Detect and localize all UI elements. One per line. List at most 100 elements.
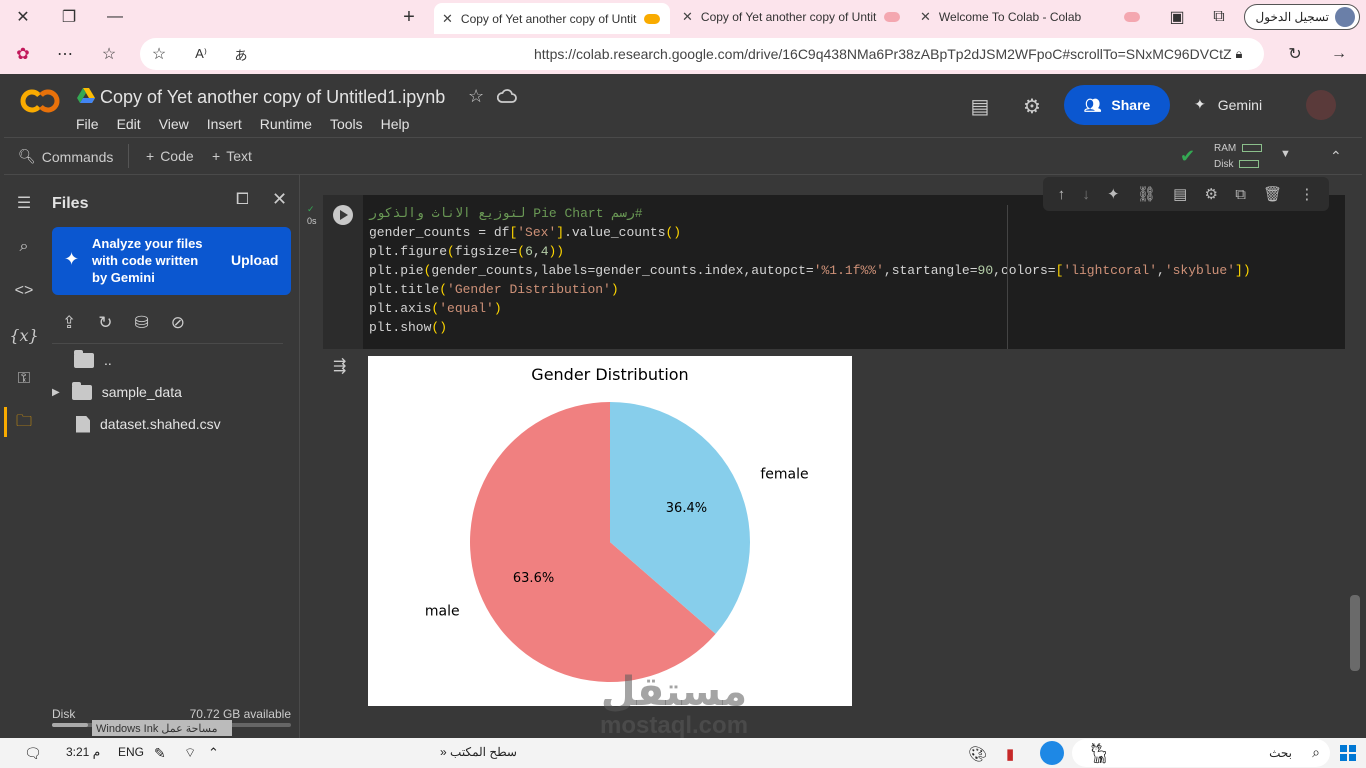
menu-view[interactable]: View [159,116,189,132]
settings-icon[interactable]: ⚙ [1020,94,1044,118]
runtime-dropdown-icon[interactable]: ▼ [1280,148,1291,160]
move-up-icon[interactable]: ↑ [1058,186,1066,203]
colab-header: Copy of Yet another copy of Untitled1.ip… [4,74,1362,138]
star-icon[interactable]: ☆ [468,86,484,107]
chart-title: Gender Distribution [531,365,688,384]
notebook-title[interactable]: Copy of Yet another copy of Untitled1.ip… [100,87,445,108]
avatar[interactable] [1306,90,1336,120]
desktop-toolbar[interactable]: » سطح المكتب [440,745,517,759]
google-drive-icon[interactable] [77,88,95,104]
link-icon[interactable]: ⛓ [1137,185,1156,203]
browser-tab-2[interactable]: ✕ Copy of Yet another copy of Untit [674,3,910,31]
refresh-icon[interactable]: ↻ [98,313,112,333]
hide-files-icon[interactable]: ⊘ [171,313,185,333]
menu-tools[interactable]: Tools [330,116,363,132]
tab-title: Copy of Yet another copy of Untit [700,10,877,24]
add-favorite-icon[interactable]: ☆ [146,42,172,66]
disk-label: Disk [52,707,76,721]
notifications-icon[interactable]: 🗨︎ [24,745,42,762]
settings-icon[interactable]: ⚙ [1205,185,1218,203]
table-of-contents-icon[interactable]: ☰ [12,191,36,215]
code-line-7: plt.show() [369,320,448,335]
comments-icon[interactable]: ▤ [968,94,992,118]
mount-drive-icon[interactable]: ⛁ [135,313,149,333]
close-panel-icon[interactable]: ✕ [272,189,287,210]
run-cell-button[interactable] [333,205,353,225]
move-down-icon[interactable]: ↓ [1082,186,1090,203]
commands-button[interactable]: 🔍︎ Commands [18,148,113,165]
favorites-icon[interactable]: ☆ [96,42,122,66]
new-tab-icon[interactable]: + [386,0,432,34]
notebook-toolbar: 🔍︎ Commands + Code + Text ✔ RAM Disk ▼ ⌃ [4,138,1362,175]
gemini-analyze-card[interactable]: ✦ Analyze your files with code written b… [52,227,291,295]
gemini-spark-icon[interactable]: ✦ [1107,185,1120,203]
translate-icon[interactable]: あ [228,42,254,66]
menu-runtime[interactable]: Runtime [260,116,312,132]
comment-icon[interactable]: ▤ [1173,185,1187,203]
close-tab-icon[interactable]: ✕ [442,11,453,27]
secrets-key-icon[interactable]: ⚿ [12,367,36,391]
clock[interactable]: 3:21 م [66,745,100,759]
wifi-icon[interactable]: ⌔ [184,745,196,761]
refresh-icon[interactable]: ↻ [1282,42,1308,66]
windows-start-icon[interactable] [1340,745,1356,761]
restore-window-icon[interactable]: ❐ [46,0,92,34]
upload-file-icon[interactable]: ⇪ [62,313,76,333]
output-actions-icon[interactable]: ⇶ [333,356,346,376]
cloud-save-icon[interactable] [497,88,517,104]
code-snippets-icon[interactable]: <> [12,279,36,303]
menu-help[interactable]: Help [381,116,410,132]
upload-button[interactable]: Upload [231,252,278,268]
expand-arrow-icon[interactable]: ▶ [52,387,60,398]
delete-icon[interactable]: 🗑︎ [1263,185,1282,203]
taskbar-search[interactable]: 🦌︎ بحث ⌕ [1072,739,1330,767]
list-item[interactable]: ▶ sample_data [52,378,182,406]
more-options-icon[interactable]: ⋯ [52,42,78,66]
list-item[interactable]: dataset.shahed.csv [76,410,221,438]
more-vert-icon[interactable]: ⋮ [1299,185,1314,203]
menu-insert[interactable]: Insert [207,116,242,132]
close-tab-icon[interactable]: ✕ [682,9,693,25]
code-line-5: plt.title('Gender Distribution') [369,282,619,297]
close-tab-icon[interactable]: ✕ [920,9,931,25]
close-window-icon[interactable]: ✕ [0,0,46,34]
minimize-window-icon[interactable]: — [92,0,138,34]
taskbar: 🗨︎ 3:21 م ENG ✎ ⌔ ⌃ » سطح المكتب 🎨︎ ▮ 🦌︎… [0,738,1366,768]
files-folder-icon[interactable]: 🗀 [12,411,36,435]
edge-browser-icon[interactable] [1040,741,1064,765]
pen-icon[interactable]: ✎ [154,745,166,762]
add-code-button[interactable]: + Code [146,148,194,164]
scrollbar[interactable] [1350,595,1360,671]
menu-file[interactable]: File [76,116,99,132]
language-indicator[interactable]: ENG [118,745,144,759]
read-aloud-icon[interactable]: A⁾ [188,42,214,66]
pie-category-label: female [760,467,808,483]
resource-monitor[interactable]: RAM Disk [1214,141,1263,173]
tab-title: Welcome To Colab - Colab [938,10,1082,24]
list-item[interactable]: .. [74,346,112,374]
url-field[interactable]: ☆ A⁾ あ https://colab.research.google.com… [140,38,1264,70]
add-text-button[interactable]: + Text [212,148,252,164]
collapse-header-icon[interactable]: ⌃ [1330,148,1342,165]
paint-app-icon[interactable]: 🎨︎ [968,745,987,763]
share-button[interactable]: 👥︎ Share [1064,85,1170,125]
tab-actions-icon[interactable]: ▣ [1154,0,1200,34]
copilot-icon[interactable]: ✿ [10,42,36,66]
browser-tab-3[interactable]: ✕ Welcome To Colab - Colab [912,3,1148,31]
app-icon[interactable]: ▮ [1006,745,1014,763]
open-in-tab-icon[interactable]: ⧠ [236,191,249,209]
forward-icon[interactable]: → [1326,42,1352,66]
workspaces-icon[interactable]: ⧉ [1196,0,1242,34]
site-info-icon[interactable]: 🔒︎ [1226,42,1252,66]
browser-tab-1[interactable]: ✕ Copy of Yet another copy of Untit [434,3,670,34]
show-hidden-icons-icon[interactable]: ⌃ [208,745,219,761]
menu-edit[interactable]: Edit [117,116,141,132]
variables-icon[interactable]: {x} [9,323,38,347]
colab-logo-icon[interactable] [20,88,60,114]
code-cell[interactable]: #رسم Pie Chart لتوزيع الاناث والذكور gen… [323,195,1345,349]
ink-label: Windows Ink مساحة عمل [96,722,218,735]
sign-in-button[interactable]: تسجيل الدخول [1244,4,1360,30]
find-icon[interactable]: ⌕ [12,235,36,259]
gemini-button[interactable]: ✦ Gemini [1194,96,1262,113]
mirror-cell-icon[interactable]: ⧉ [1235,186,1246,203]
